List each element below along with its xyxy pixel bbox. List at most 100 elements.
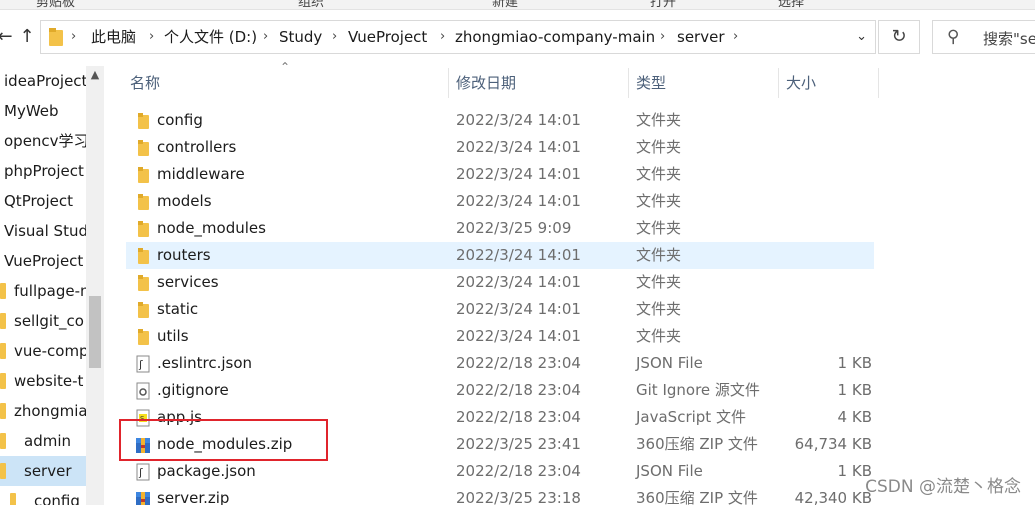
file-type: 文件夹 [636, 327, 682, 345]
sidebar-item[interactable]: sellgit_co [0, 306, 86, 336]
folder-icon [0, 433, 6, 449]
sidebar-item[interactable]: config [0, 486, 86, 505]
navigation-pane: ideaProject MyWeb opencv学习 phpProject QtProj… [0, 66, 104, 505]
breadcrumb-zhongmiao[interactable]: zhongmiao-company-main [455, 27, 655, 47]
file-name: controllers [157, 138, 237, 156]
sidebar-item-label: fullpage-m [14, 282, 86, 300]
file-row[interactable]: models 2022/3/24 14:01 文件夹 [126, 188, 874, 215]
sidebar-item[interactable]: website-t [0, 366, 86, 396]
folder-icon [0, 313, 6, 329]
file-type: 文件夹 [636, 138, 682, 156]
sidebar-item-label: Visual Studio [4, 222, 86, 240]
file-row[interactable]: utils 2022/3/24 14:01 文件夹 [126, 323, 874, 350]
column-divider[interactable] [878, 68, 879, 98]
file-row[interactable]: ʃ package.json 2022/2/18 23:04 JSON File 1 K… [126, 458, 874, 485]
folder-icon [138, 113, 149, 129]
file-type: 文件夹 [636, 273, 682, 291]
file-name: models [157, 192, 212, 210]
ribbon-strip: 剪贴板 组织 新建 打开 选择 [0, 0, 1035, 10]
search-input[interactable]: ⚲ 搜索"se [932, 20, 1035, 54]
chevron-right-icon[interactable]: › [263, 27, 268, 47]
sidebar-item-label: zhongmiao [14, 402, 86, 420]
file-row[interactable]: static 2022/3/24 14:01 文件夹 [126, 296, 874, 323]
sidebar-item-label: MyWeb [4, 102, 59, 120]
sidebar-item[interactable]: ideaProject [0, 66, 86, 96]
chevron-right-icon[interactable]: › [733, 27, 738, 47]
sidebar-item-label: website-t [14, 372, 84, 390]
file-row[interactable]: middleware 2022/3/24 14:01 文件夹 [126, 161, 874, 188]
sidebar-item[interactable]: MyWeb [0, 96, 86, 126]
search-placeholder: 搜索"se [983, 30, 1035, 48]
ribbon-group-label: 选择 [778, 0, 805, 10]
sidebar-item-label: sellgit_co [14, 312, 84, 330]
up-arrow-icon[interactable]: ↑ [16, 24, 38, 50]
breadcrumb-study[interactable]: Study [279, 27, 322, 47]
column-header-type[interactable]: 类型 [636, 66, 666, 100]
file-row[interactable]: .gitignore 2022/2/18 23:04 Git Ignore 源文件 1… [126, 377, 874, 404]
file-size: 42,340 KB [794, 489, 872, 505]
gitignore-file-icon [136, 382, 150, 400]
column-header-size[interactable]: 大小 [786, 66, 816, 100]
file-name: utils [157, 327, 189, 345]
folder-icon [0, 343, 6, 359]
file-size: 1 KB [837, 381, 872, 399]
back-arrow-icon[interactable]: ← [0, 24, 16, 50]
file-type: 文件夹 [636, 192, 682, 210]
sidebar-item[interactable]: opencv学习 [0, 126, 86, 156]
file-name: server.zip [157, 489, 230, 505]
breadcrumb-server[interactable]: server [677, 27, 724, 47]
file-name: static [157, 300, 199, 318]
sidebar-item[interactable]: Visual Studio [0, 216, 86, 246]
address-bar[interactable]: › 此电脑 › 个人文件 (D:) › Study › VueProject ›… [40, 20, 876, 54]
file-name: services [157, 273, 219, 291]
chevron-right-icon[interactable]: › [660, 27, 665, 47]
file-name: node_modules [157, 219, 266, 237]
refresh-button[interactable]: ↻ [878, 20, 920, 54]
scrollbar-thumb[interactable] [89, 296, 101, 368]
sidebar-item[interactable]: phpProject [0, 156, 86, 186]
vertical-scrollbar[interactable]: ▲ [86, 66, 104, 505]
folder-icon [138, 248, 149, 264]
file-row[interactable]: config 2022/3/24 14:01 文件夹 [126, 107, 874, 134]
chevron-right-icon[interactable]: › [440, 27, 445, 47]
column-header-name[interactable]: 名称 [130, 66, 160, 100]
file-name: package.json [157, 462, 256, 480]
column-divider[interactable] [448, 68, 449, 98]
breadcrumb-this-pc[interactable]: 此电脑 [91, 27, 136, 47]
file-date: 2022/2/18 23:04 [456, 354, 581, 372]
breadcrumb-drive-d[interactable]: 个人文件 (D:) [164, 27, 257, 47]
file-row[interactable]: server.zip 2022/3/25 23:18 360压缩 ZIP 文件 42,… [126, 485, 874, 505]
sidebar-item[interactable]: server [0, 456, 86, 486]
chevron-down-icon[interactable]: ⌄ [856, 27, 867, 47]
chevron-right-icon[interactable]: › [332, 27, 337, 47]
sidebar-item[interactable]: admin [0, 426, 86, 456]
scroll-up-icon[interactable]: ▲ [86, 68, 104, 81]
chevron-right-icon[interactable]: › [149, 27, 154, 47]
column-header-date[interactable]: 修改日期 [456, 66, 516, 100]
file-row[interactable]: ʃ .eslintrc.json 2022/2/18 23:04 JSON File 1… [126, 350, 874, 377]
file-date: 2022/3/25 23:41 [456, 435, 581, 453]
sidebar-item[interactable]: VueProject [0, 246, 86, 276]
file-date: 2022/3/25 23:18 [456, 489, 581, 505]
column-header-row: ⌃ 名称 修改日期 类型 大小 [104, 60, 1035, 100]
folder-icon [138, 329, 149, 345]
sidebar-item-label: config [34, 492, 80, 505]
chevron-right-icon[interactable]: › [71, 27, 76, 47]
sidebar-item[interactable]: vue-comp [0, 336, 86, 366]
sidebar-item[interactable]: zhongmiao [0, 396, 86, 426]
breadcrumb-vueproject[interactable]: VueProject [348, 27, 427, 47]
file-row[interactable]: services 2022/3/24 14:01 文件夹 [126, 269, 874, 296]
sidebar-item-label: VueProject [4, 252, 84, 270]
file-size: 4 KB [837, 408, 872, 426]
file-name: .gitignore [157, 381, 229, 399]
sidebar-item[interactable]: QtProject [0, 186, 86, 216]
file-date: 2022/3/24 14:01 [456, 246, 581, 264]
sidebar-item[interactable]: fullpage-m [0, 276, 86, 306]
file-row[interactable]: node_modules 2022/3/25 9:09 文件夹 [126, 215, 874, 242]
column-divider[interactable] [778, 68, 779, 98]
file-date: 2022/2/18 23:04 [456, 381, 581, 399]
column-divider[interactable] [628, 68, 629, 98]
folder-icon [49, 28, 63, 46]
file-row[interactable]: routers 2022/3/24 14:01 文件夹 [126, 242, 874, 269]
file-row[interactable]: controllers 2022/3/24 14:01 文件夹 [126, 134, 874, 161]
